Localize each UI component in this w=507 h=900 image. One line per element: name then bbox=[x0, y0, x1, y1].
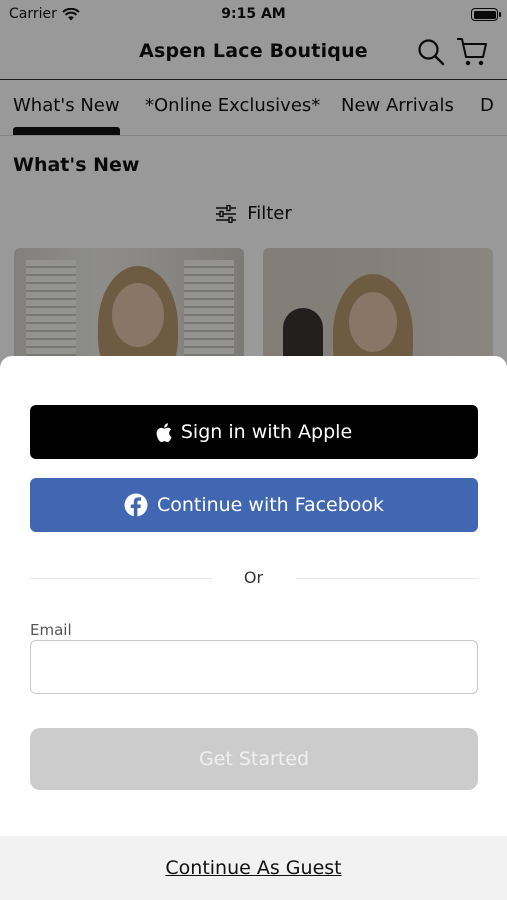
apple-button-label: Sign in with Apple bbox=[180, 421, 353, 443]
apple-icon bbox=[156, 422, 172, 442]
facebook-icon bbox=[124, 493, 148, 517]
get-started-button[interactable]: Get Started bbox=[30, 728, 478, 790]
facebook-button-label: Continue with Facebook bbox=[156, 494, 385, 516]
email-label: Email bbox=[30, 621, 72, 639]
continue-with-facebook-button[interactable]: Continue with Facebook bbox=[30, 478, 478, 532]
guest-bar: Continue As Guest bbox=[0, 836, 507, 900]
continue-as-guest-link[interactable]: Continue As Guest bbox=[0, 857, 507, 879]
sign-in-sheet: Sign in with Apple Continue with Faceboo… bbox=[0, 356, 507, 900]
email-field[interactable] bbox=[30, 640, 478, 694]
divider-right bbox=[296, 578, 478, 579]
sign-in-with-apple-button[interactable]: Sign in with Apple bbox=[30, 405, 478, 459]
